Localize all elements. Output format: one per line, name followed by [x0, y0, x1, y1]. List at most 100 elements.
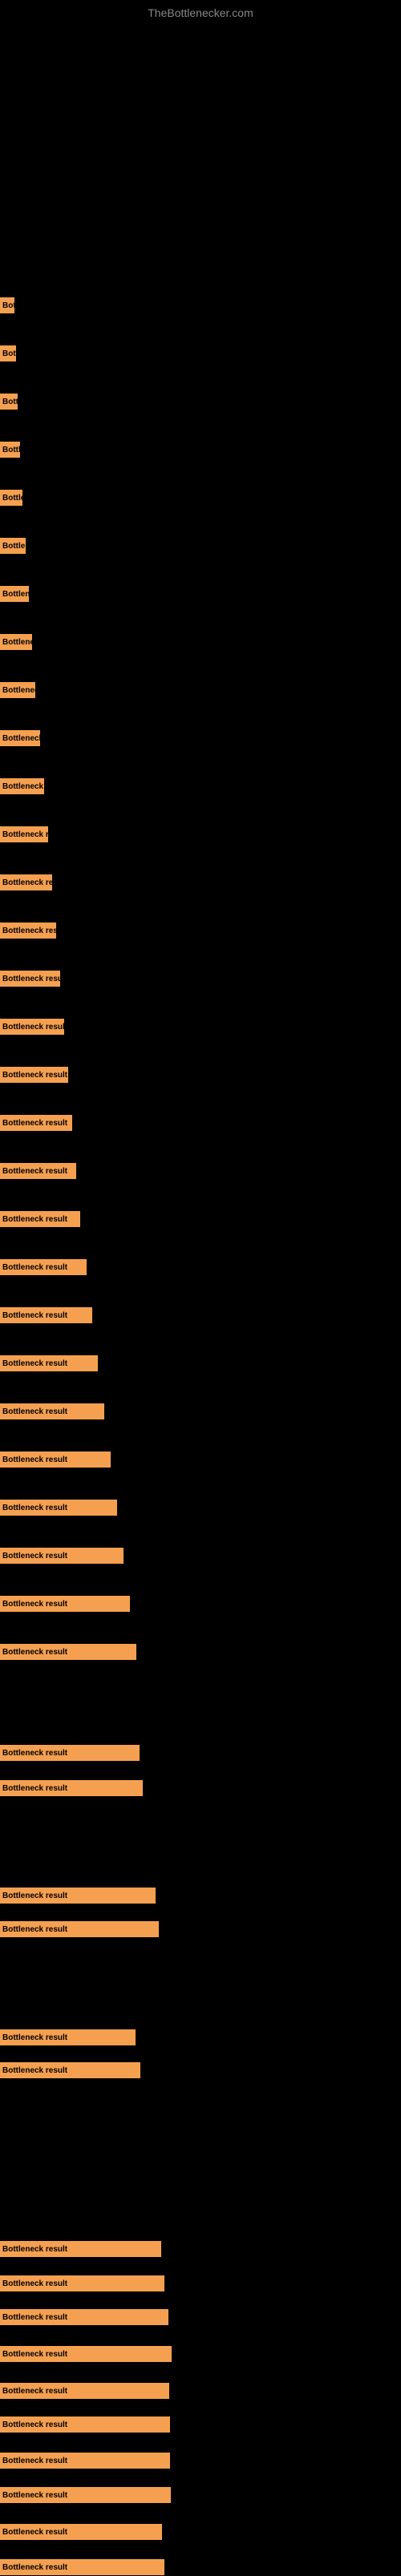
- bar-label: Bottleneck result: [2, 1215, 67, 1224]
- bar-segment: Bottleneck result: [0, 2383, 169, 2399]
- bar-row: Bottleneck result: [0, 393, 18, 410]
- bar-row: Bottleneck result: [0, 1066, 68, 1084]
- bar-segment: Bottleneck result: [0, 1780, 143, 1796]
- bar-row: Bottleneck result: [0, 1887, 156, 1904]
- bar-row: Bottleneck result: [0, 1643, 136, 1661]
- bar-label: Bottleneck result: [2, 2279, 67, 2288]
- bar-segment: Bottleneck result: [0, 682, 35, 698]
- bar-segment: Bottleneck result: [0, 1115, 72, 1131]
- bar-label: Bottleneck result: [2, 1167, 67, 1176]
- bar-label: Bottleneck result: [2, 638, 32, 647]
- bar-segment: Bottleneck result: [0, 778, 44, 794]
- bar-segment: Bottleneck result: [0, 1211, 80, 1227]
- bar-segment: Bottleneck result: [0, 345, 16, 361]
- bar-label: Bottleneck result: [2, 878, 52, 887]
- bar-row: Bottleneck result: [0, 1355, 98, 1372]
- bar-row: Bottleneck result: [0, 1162, 76, 1180]
- bar-row: Bottleneck result: [0, 345, 16, 362]
- bar-segment: Bottleneck result: [0, 1307, 92, 1323]
- bar-label: Bottleneck result: [2, 494, 22, 503]
- bar-segment: Bottleneck result: [0, 2417, 170, 2433]
- bar-row: Bottleneck result: [0, 2486, 171, 2504]
- bar-label: Bottleneck result: [2, 734, 40, 743]
- bar-row: Bottleneck result: [0, 1451, 111, 1468]
- bar-row: Bottleneck result: [0, 2061, 140, 2079]
- bar-row: Bottleneck result: [0, 1210, 80, 1228]
- bar-segment: Bottleneck result: [0, 2062, 140, 2078]
- bar-segment: Bottleneck result: [0, 1921, 159, 1937]
- bar-segment: Bottleneck result: [0, 2524, 162, 2540]
- bar-label: Bottleneck result: [2, 2421, 67, 2429]
- bar-segment: Bottleneck result: [0, 874, 52, 890]
- bar-row: Bottleneck result: [0, 1258, 87, 1276]
- bar-segment: Bottleneck result: [0, 538, 26, 554]
- bar-label: Bottleneck result: [2, 1407, 67, 1416]
- bar-segment: Bottleneck result: [0, 394, 18, 410]
- bar-segment: Bottleneck result: [0, 442, 20, 458]
- bar-row: Bottleneck result: [0, 2029, 136, 2046]
- bar-label: Bottleneck result: [2, 782, 44, 791]
- bar-segment: Bottleneck result: [0, 1500, 117, 1516]
- bar-row: Bottleneck result: [0, 2345, 172, 2363]
- bar-row: Bottleneck result: [0, 2416, 170, 2433]
- bar-label: Bottleneck result: [2, 1119, 67, 1128]
- bar-segment: Bottleneck result: [0, 1548, 124, 1564]
- bar-segment: Bottleneck result: [0, 1452, 111, 1468]
- bar-label: Bottleneck result: [2, 2563, 67, 2572]
- bar-row: Bottleneck result: [0, 2382, 169, 2400]
- bar-label: Bottleneck result: [2, 2387, 67, 2396]
- bar-label: Bottleneck result: [2, 2528, 67, 2537]
- bar-label: Bottleneck result: [2, 1600, 67, 1609]
- bar-row: Bottleneck result: [0, 297, 14, 314]
- bar-label: Bottleneck result: [2, 1071, 67, 1080]
- bar-label: Bottleneck result: [2, 2245, 67, 2254]
- bar-label: Bottleneck result: [2, 301, 14, 310]
- bar-segment: Bottleneck result: [0, 1596, 130, 1612]
- bar-row: Bottleneck result: [0, 922, 56, 939]
- bar-segment: Bottleneck result: [0, 971, 60, 987]
- bar-row: Bottleneck result: [0, 970, 60, 987]
- bar-label: Bottleneck result: [2, 2313, 67, 2322]
- bar-label: Bottleneck result: [2, 1784, 67, 1793]
- bar-label: Bottleneck result: [2, 2491, 67, 2500]
- bar-row: Bottleneck result: [0, 1499, 117, 1516]
- bar-row: Bottleneck result: [0, 441, 20, 458]
- bar-segment: Bottleneck result: [0, 2487, 171, 2503]
- bar-label: Bottleneck result: [2, 1359, 67, 1368]
- bar-label: Bottleneck result: [2, 1504, 67, 1512]
- bar-row: Bottleneck result: [0, 1403, 104, 1420]
- bar-label: Bottleneck result: [2, 2033, 67, 2042]
- bar-segment: Bottleneck result: [0, 490, 22, 506]
- bar-segment: Bottleneck result: [0, 634, 32, 650]
- bar-label: Bottleneck result: [2, 1456, 67, 1464]
- bar-row: Bottleneck result: [0, 489, 22, 507]
- bar-segment: Bottleneck result: [0, 1355, 98, 1371]
- bar-segment: Bottleneck result: [0, 2029, 136, 2045]
- bar-label: Bottleneck result: [2, 1648, 67, 1657]
- bar-label: Bottleneck result: [2, 1925, 67, 1934]
- bar-label: Bottleneck result: [2, 686, 35, 695]
- bar-segment: Bottleneck result: [0, 1259, 87, 1275]
- bar-label: Bottleneck result: [2, 830, 48, 839]
- bar-row: Bottleneck result: [0, 777, 44, 795]
- bar-label: Bottleneck result: [2, 2457, 67, 2465]
- bar-label: Bottleneck result: [2, 2350, 67, 2359]
- bar-segment: Bottleneck result: [0, 2241, 161, 2257]
- bar-segment: Bottleneck result: [0, 586, 29, 602]
- bar-row: Bottleneck result: [0, 1744, 140, 1762]
- bar-label: Bottleneck result: [2, 1892, 67, 1900]
- bar-segment: Bottleneck result: [0, 2275, 164, 2291]
- bar-segment: Bottleneck result: [0, 1067, 68, 1083]
- bar-row: Bottleneck result: [0, 729, 40, 747]
- bar-row: Bottleneck result: [0, 2558, 164, 2576]
- bar-segment: Bottleneck result: [0, 2559, 164, 2575]
- bar-segment: Bottleneck result: [0, 2453, 170, 2469]
- bar-row: Bottleneck result: [0, 1547, 124, 1565]
- bar-label: Bottleneck result: [2, 2066, 67, 2075]
- bar-label: Bottleneck result: [2, 590, 29, 599]
- bar-segment: Bottleneck result: [0, 730, 40, 746]
- bar-row: Bottleneck result: [0, 2308, 168, 2326]
- bar-row: Bottleneck result: [0, 585, 29, 603]
- bar-row: Bottleneck result: [0, 1595, 130, 1613]
- bar-label: Bottleneck result: [2, 975, 60, 983]
